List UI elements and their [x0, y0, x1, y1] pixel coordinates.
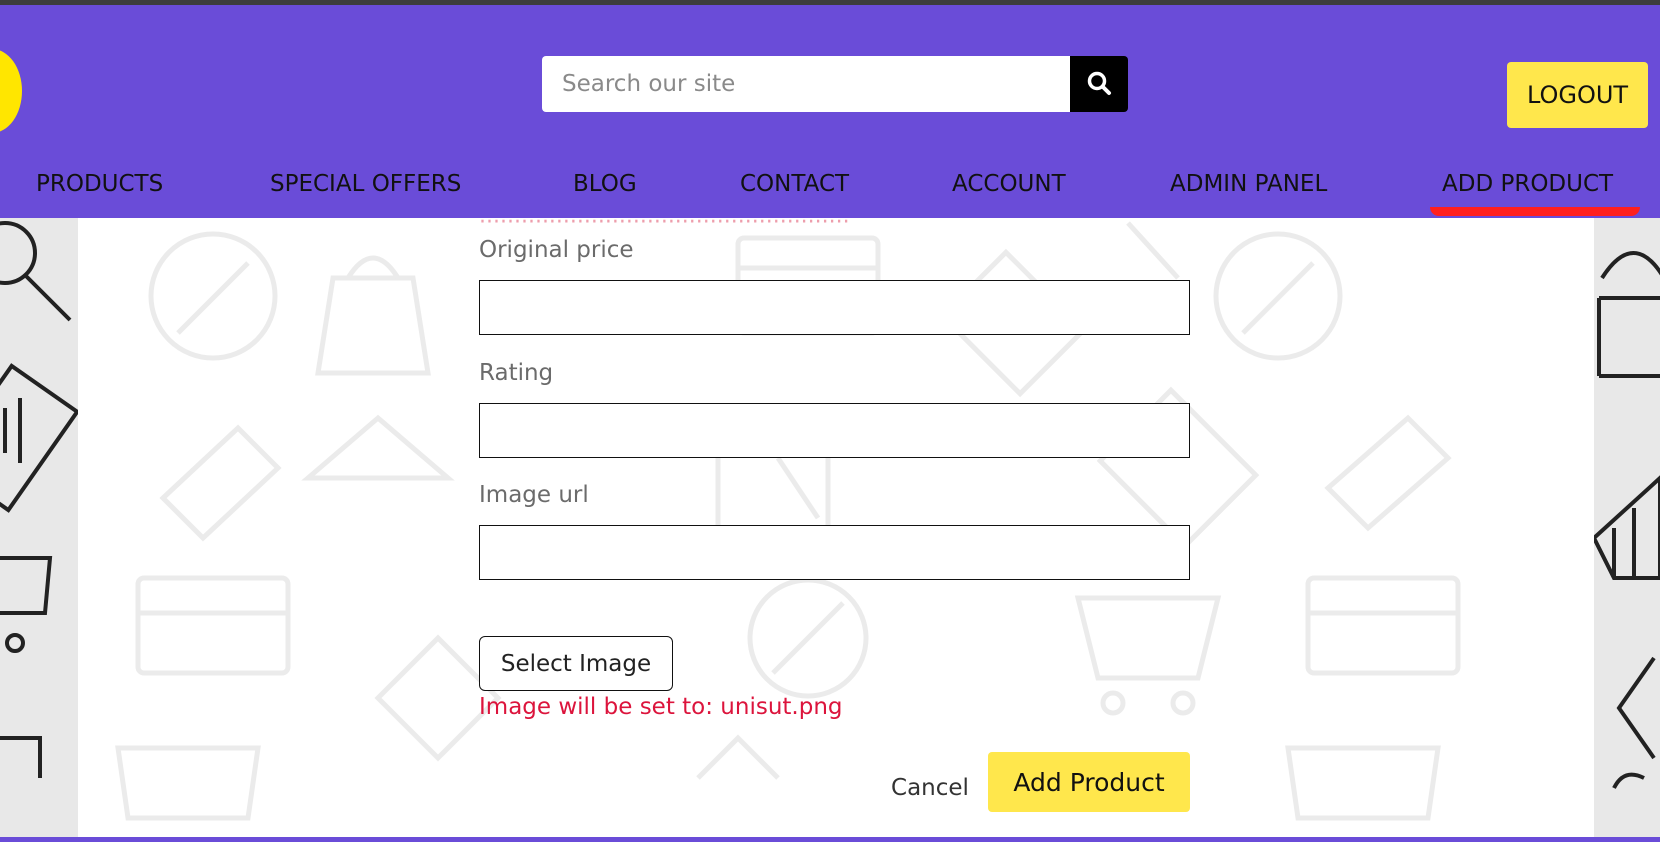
search-icon	[1086, 70, 1112, 99]
image-filename-note: Image will be set to: unisut.png	[479, 694, 843, 720]
nav-item-add-product[interactable]: ADD PRODUCT	[1442, 171, 1613, 197]
search-button[interactable]	[1070, 56, 1128, 112]
select-image-button[interactable]: Select Image	[479, 636, 673, 691]
add-product-submit-button[interactable]: Add Product	[988, 752, 1190, 812]
search-input[interactable]	[542, 56, 1070, 112]
search-bar	[542, 56, 1128, 112]
form-panel: ········································…	[78, 218, 1594, 837]
site-header: LOGOUT PRODUCTS SPECIAL OFFERS BLOG CONT…	[0, 5, 1660, 218]
cancel-button[interactable]: Cancel	[878, 763, 982, 813]
background-pattern-left	[0, 218, 78, 837]
image-url-input[interactable]	[479, 525, 1190, 580]
nav-item-products[interactable]: PRODUCTS	[36, 171, 163, 197]
nav-active-indicator	[1430, 207, 1640, 216]
image-url-label: Image url	[479, 482, 589, 508]
original-price-label: Original price	[479, 237, 634, 263]
nav-item-special-offers[interactable]: SPECIAL OFFERS	[270, 171, 461, 197]
bottom-bar	[0, 837, 1660, 842]
logo[interactable]	[0, 49, 22, 133]
cutoff-helper-text: ········································…	[479, 218, 850, 235]
nav-item-admin-panel[interactable]: ADMIN PANEL	[1170, 171, 1327, 197]
rating-label: Rating	[479, 360, 554, 386]
nav-item-account[interactable]: ACCOUNT	[952, 171, 1066, 197]
rating-input[interactable]	[479, 403, 1190, 458]
nav-item-contact[interactable]: CONTACT	[740, 171, 849, 197]
logout-button[interactable]: LOGOUT	[1507, 62, 1648, 128]
original-price-input[interactable]	[479, 280, 1190, 335]
nav-item-blog[interactable]: BLOG	[573, 171, 637, 197]
background-pattern-right	[1594, 218, 1660, 837]
